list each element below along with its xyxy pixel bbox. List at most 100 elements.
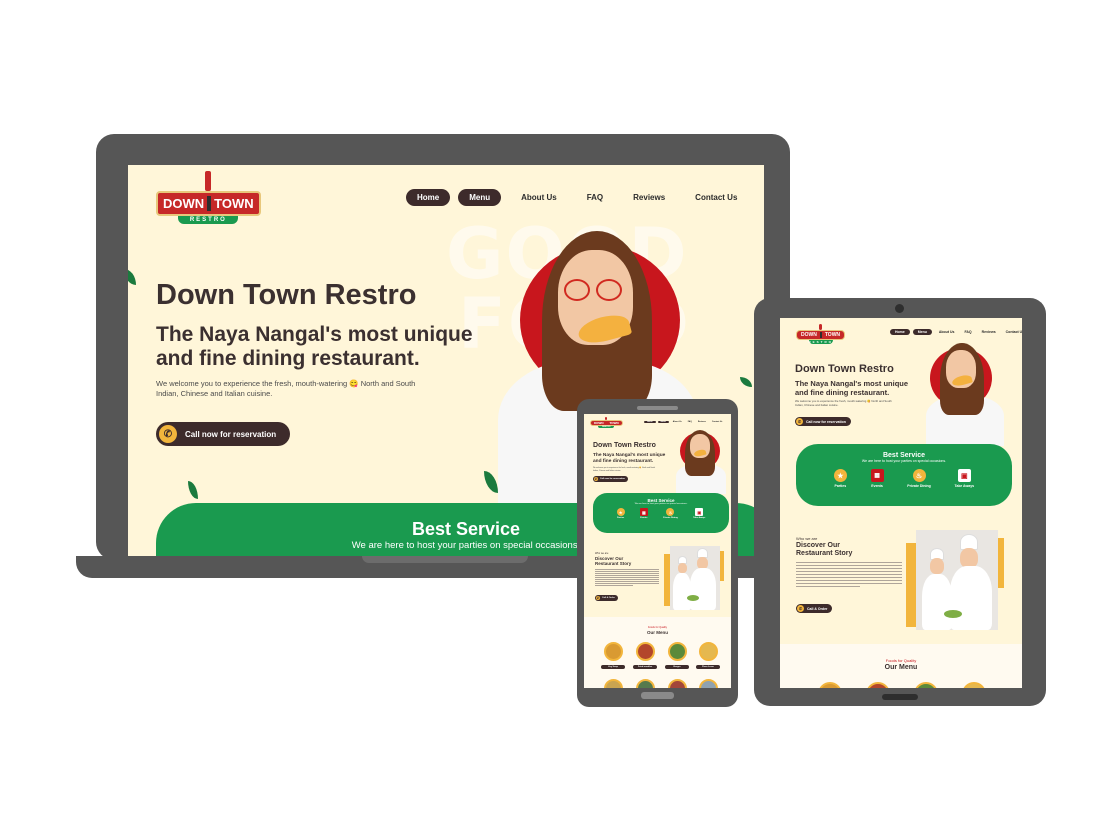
dining-icon: ♨ [666, 508, 675, 516]
nav-faq[interactable]: FAQ [964, 330, 971, 334]
nav-faq[interactable]: FAQ [587, 193, 603, 202]
nav-menu[interactable]: Menu [912, 329, 932, 335]
order-button[interactable]: ✆ Call & Order [796, 604, 833, 613]
logo-text-town: TOWN [824, 332, 841, 338]
nav-home[interactable]: Home [890, 329, 910, 335]
hero-subtitle-2: and fine dining restaurant. [156, 347, 420, 370]
menu-section: Foods for Quality Our Menu [780, 644, 1022, 688]
tablet-home-bar [882, 694, 918, 700]
menu-dish[interactable] [636, 679, 655, 688]
leaf-decoration [484, 471, 498, 493]
menu-item-label[interactable]: Fried noodles [633, 665, 657, 669]
phone-icon: ✆ [797, 605, 804, 612]
order-label: Call & Order [807, 606, 828, 611]
reservation-button[interactable]: ✆ Call now for reservation [156, 422, 291, 446]
main-nav: Home Menu About Us FAQ Reviews Contact U… [890, 329, 1022, 335]
reservation-button[interactable]: ✆ Call now for reservation [593, 476, 628, 482]
menu-dish[interactable] [914, 682, 938, 688]
chefs-image [916, 530, 998, 630]
nav-menu[interactable]: Menu [657, 421, 669, 423]
hero-title: Down Town Restro [593, 442, 656, 449]
fork-icon [205, 171, 212, 191]
menu-dish[interactable] [699, 679, 718, 688]
nav-home[interactable]: Home [406, 189, 451, 206]
service-label: Private Dining [907, 484, 931, 488]
service-private-dining[interactable]: ♨ Private Dining [907, 469, 931, 488]
nav-about[interactable]: About Us [939, 330, 955, 334]
hero-subtitle-2: and fine dining restaurant. [795, 388, 890, 397]
mockup-stage: GOOD FOOD DOWN TOWN RESTRO Home Menu Abo… [0, 0, 1120, 840]
menu-dish[interactable] [866, 682, 890, 688]
phone-icon: ✆ [596, 596, 600, 600]
service-label: Parties [834, 484, 847, 488]
leaf-decoration [740, 377, 752, 387]
service-events[interactable]: ▦ Events [870, 469, 884, 488]
nav-contact[interactable]: Contact Us [695, 193, 737, 202]
site-logo[interactable]: DOWN TOWN RESTRO [156, 171, 261, 224]
story-paragraph [595, 569, 659, 587]
nav-about[interactable]: About Us [673, 421, 682, 423]
story-kicker: Who we are [796, 536, 818, 541]
service-label: Take Aways [954, 484, 975, 488]
nav-contact[interactable]: Contact Us [712, 421, 723, 423]
hero-subtitle-2: and fine dining restaurant. [593, 459, 654, 464]
menu-item-label[interactable]: Pizza Lover [696, 665, 720, 669]
menu-kicker: Foods for Quality [885, 658, 917, 663]
story-paragraph [796, 562, 902, 589]
nav-reviews[interactable]: Reviews [982, 330, 996, 334]
menu-dish[interactable] [668, 679, 687, 688]
service-subtitle: We are here to host your parties on spec… [861, 459, 947, 463]
nav-reviews[interactable]: Reviews [633, 193, 665, 202]
logo-text-restro: RESTRO [598, 426, 615, 428]
logo-text-restro: RESTRO [808, 340, 834, 344]
reservation-button[interactable]: ✆ Call now for reservation [795, 417, 851, 426]
order-button[interactable]: ✆ Call & Order [595, 595, 618, 601]
menu-dish[interactable] [668, 642, 687, 661]
glasses-left [564, 279, 590, 301]
menu-dish[interactable] [604, 679, 623, 688]
menu-dish[interactable] [636, 642, 655, 661]
tablet-camera [895, 304, 904, 313]
laptop-notch [362, 556, 528, 563]
nav-menu[interactable]: Menu [458, 189, 502, 206]
phone-icon: ✆ [796, 418, 803, 425]
phone-icon: ✆ [159, 425, 177, 443]
nav-contact[interactable]: Contact Us [1006, 330, 1022, 334]
service-take-aways[interactable]: ▣ Take Aways [693, 508, 705, 519]
reservation-label: Call now for reservation [600, 478, 625, 480]
nav-home[interactable]: Home [644, 421, 656, 423]
service-label: Take Aways [693, 517, 706, 519]
nav-reviews[interactable]: Reviews [698, 421, 706, 423]
reservation-label: Call now for reservation [185, 429, 277, 439]
site-logo[interactable]: DOWN TOWN RESTRO [590, 417, 623, 428]
service-label: Events [871, 484, 883, 488]
menu-dish[interactable] [962, 682, 986, 688]
phone-speaker [637, 406, 678, 410]
menu-kicker: Foods for Quality [647, 626, 668, 629]
menu-dish[interactable] [604, 642, 623, 661]
service-parties[interactable]: ★ Parties [833, 469, 847, 488]
service-take-aways[interactable]: ▣ Take Aways [954, 469, 975, 488]
tablet-screen: DOWN TOWN RESTRO Home Menu About Us FAQ … [780, 318, 1022, 688]
menu-item-label[interactable]: Burger [665, 665, 689, 669]
menu-title: Our Menu [884, 664, 918, 671]
menu-dish[interactable] [818, 682, 842, 688]
events-icon: ▦ [639, 508, 648, 516]
party-icon: ★ [616, 508, 625, 516]
service-events[interactable]: ▦ Events [639, 508, 648, 519]
service-private-dining[interactable]: ♨ Private Dining [663, 508, 678, 519]
menu-dish[interactable] [699, 642, 718, 661]
service-label: Parties [616, 517, 625, 519]
leaf-decoration [188, 481, 198, 499]
nav-about[interactable]: About Us [521, 193, 557, 202]
dining-icon: ♨ [912, 469, 926, 482]
reservation-label: Call now for reservation [806, 419, 846, 424]
service-subtitle: We are here to host your parties on spec… [634, 503, 688, 505]
service-parties[interactable]: ★ Parties [616, 508, 625, 519]
site-logo[interactable]: DOWN TOWN RESTRO [796, 324, 846, 344]
phone-screen: DOWN TOWN RESTRO Home Menu About Us FAQ … [584, 414, 731, 688]
story-accent-left [906, 543, 916, 627]
menu-item-label[interactable]: Veg Soup [601, 665, 625, 669]
nav-faq[interactable]: FAQ [688, 421, 692, 423]
leaf-decoration [128, 269, 136, 285]
